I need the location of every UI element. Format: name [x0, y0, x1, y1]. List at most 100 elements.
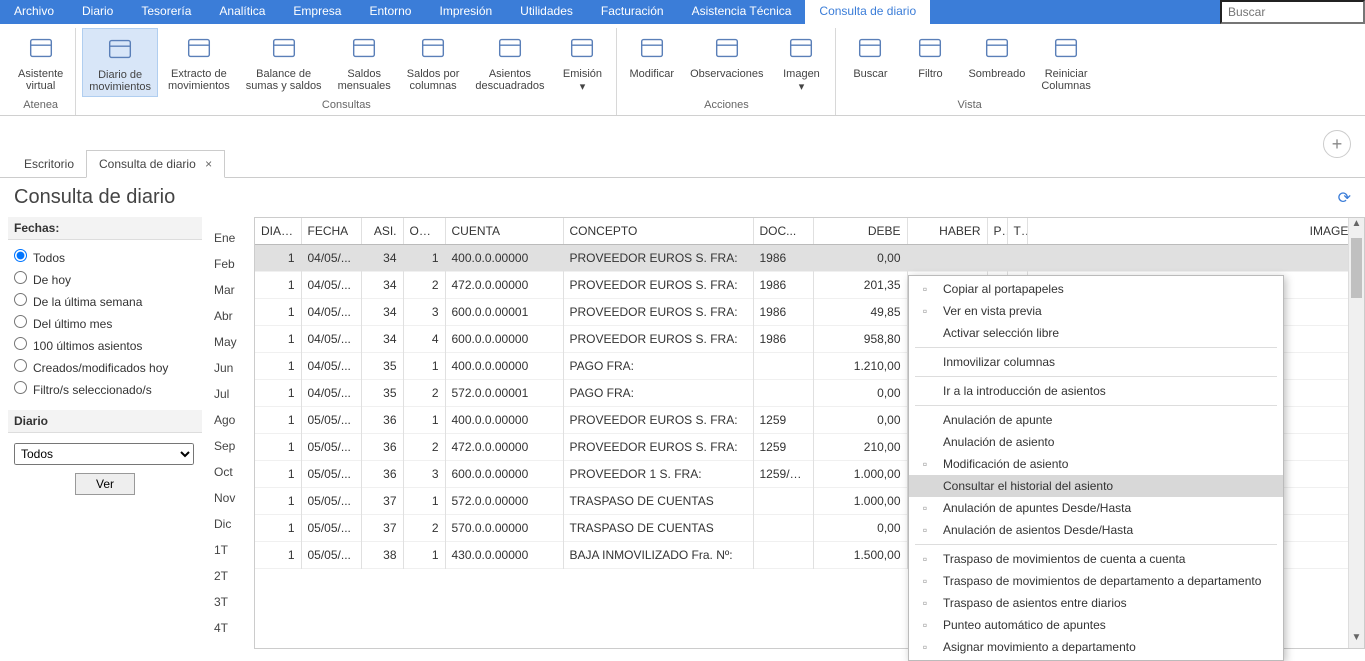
tab-consulta[interactable]: Consulta de diario × [86, 150, 225, 178]
menu-empresa[interactable]: Empresa [279, 0, 355, 24]
ribbon-sombreado-[interactable]: Sombreado [962, 28, 1031, 97]
search-input[interactable] [1220, 0, 1365, 24]
ribbon-extracto-de-movimientos[interactable]: Extracto demovimientos [162, 28, 236, 97]
ribbon-imagen-[interactable]: Imagen▾ [773, 28, 829, 97]
ctx-traspaso-de-asientos-entre-diarios[interactable]: ▫Traspaso de asientos entre diarios [909, 592, 1283, 614]
diario-select[interactable]: Todos [14, 443, 194, 465]
menu-facturación[interactable]: Facturación [587, 0, 678, 24]
ribbon-saldos-por-columnas[interactable]: Saldos porcolumnas [401, 28, 466, 97]
ctx-punteo-autom-tico-de-apuntes[interactable]: ▫Punteo automático de apuntes [909, 614, 1283, 636]
ctx-modificaci-n-de-asiento[interactable]: ▫Modificación de asiento [909, 453, 1283, 475]
col-header[interactable]: FECHA [301, 218, 361, 245]
ctx-anulaci-n-de-apunte[interactable]: Anulación de apunte [909, 409, 1283, 431]
month-jun[interactable]: Jun [210, 355, 254, 381]
month-4t[interactable]: 4T [210, 615, 254, 641]
ribbon-diario-de-movimientos[interactable]: Diario demovimientos [82, 28, 158, 97]
ribbon-observaciones-[interactable]: Observaciones [684, 28, 769, 97]
month-feb[interactable]: Feb [210, 251, 254, 277]
add-button[interactable]: + [1323, 130, 1351, 158]
ctx-copiar-al-portapapeles[interactable]: ▫Copiar al portapapeles [909, 278, 1283, 300]
col-header[interactable]: P [987, 218, 1007, 245]
vertical-scrollbar[interactable]: ▲ ▼ [1348, 218, 1364, 648]
month-ago[interactable]: Ago [210, 407, 254, 433]
ctx-anulaci-n-de-apuntes-desde-hasta[interactable]: ▫Anulación de apuntes Desde/Hasta [909, 497, 1283, 519]
scroll-down-icon[interactable]: ▼ [1349, 632, 1364, 648]
ribbon-filtro-[interactable]: Filtro [902, 28, 958, 97]
radio-input[interactable] [14, 337, 27, 350]
month-may[interactable]: May [210, 329, 254, 355]
fecha-option-6[interactable]: Filtro/s seleccionado/s [8, 378, 202, 400]
menu-asistencia-técnica[interactable]: Asistencia Técnica [678, 0, 806, 24]
ctx-anulaci-n-de-asiento[interactable]: Anulación de asiento [909, 431, 1283, 453]
ctx-asignar-movimiento-a-departamento[interactable]: ▫Asignar movimiento a departamento [909, 636, 1283, 658]
ctx-anulaci-n-de-asientos-desde-hasta[interactable]: ▫Anulación de asientos Desde/Hasta [909, 519, 1283, 541]
col-header[interactable]: HABER [907, 218, 987, 245]
table-row[interactable]: 104/05/...341400.0.0.00000PROVEEDOR EURO… [255, 245, 1364, 272]
radio-input[interactable] [14, 381, 27, 394]
col-header[interactable]: ASI. [361, 218, 403, 245]
radio-input[interactable] [14, 249, 27, 262]
ribbon-asistente-virtual[interactable]: Asistentevirtual [12, 28, 69, 97]
month-ene[interactable]: Ene [210, 225, 254, 251]
ctx-ver-en-vista-previa[interactable]: ▫Ver en vista previa [909, 300, 1283, 322]
month-abr[interactable]: Abr [210, 303, 254, 329]
ctx-inmovilizar-columnas[interactable]: Inmovilizar columnas [909, 351, 1283, 373]
ctx-consultar-el-historial-del-asiento[interactable]: Consultar el historial del asiento [909, 475, 1283, 497]
col-header[interactable]: CUENTA [445, 218, 563, 245]
fecha-option-5[interactable]: Creados/modificados hoy [8, 356, 202, 378]
ver-button[interactable]: Ver [75, 473, 135, 495]
context-menu[interactable]: ▫Copiar al portapapeles▫Ver en vista pre… [908, 275, 1284, 661]
fecha-option-4[interactable]: 100 últimos asientos [8, 334, 202, 356]
menu-analítica[interactable]: Analítica [205, 0, 279, 24]
scroll-up-icon[interactable]: ▲ [1349, 218, 1364, 234]
col-header[interactable]: IMAGEN [1027, 218, 1364, 245]
menu-utilidades[interactable]: Utilidades [506, 0, 587, 24]
month-1t[interactable]: 1T [210, 537, 254, 563]
scroll-thumb[interactable] [1351, 238, 1362, 298]
month-oct[interactable]: Oct [210, 459, 254, 485]
col-header[interactable]: CONCEPTO [563, 218, 753, 245]
fecha-option-2[interactable]: De la última semana [8, 290, 202, 312]
menu-tesorería[interactable]: Tesorería [127, 0, 205, 24]
col-header[interactable]: DEBE [813, 218, 907, 245]
radio-input[interactable] [14, 293, 27, 306]
ribbon-buscar-[interactable]: Buscar [842, 28, 898, 97]
col-header[interactable]: ORD. [403, 218, 445, 245]
month-mar[interactable]: Mar [210, 277, 254, 303]
menu-diario[interactable]: Diario [68, 0, 127, 24]
month-jul[interactable]: Jul [210, 381, 254, 407]
ribbon-reiniciar-columnas[interactable]: ReiniciarColumnas [1035, 28, 1097, 97]
month-sep[interactable]: Sep [210, 433, 254, 459]
close-icon[interactable]: × [205, 157, 212, 171]
fecha-option-0[interactable]: Todos [8, 246, 202, 268]
month-nov[interactable]: Nov [210, 485, 254, 511]
ribbon-modificar-[interactable]: Modificar [623, 28, 680, 97]
col-header[interactable]: DIAR... [255, 218, 301, 245]
tab-escritorio[interactable]: Escritorio [12, 151, 86, 177]
ctx-label: Traspaso de asientos entre diarios [943, 596, 1127, 610]
radio-input[interactable] [14, 359, 27, 372]
refresh-icon[interactable]: ⟳ [1338, 188, 1351, 208]
ribbon-emisi-n-[interactable]: Emisión▾ [554, 28, 610, 97]
col-header[interactable]: T [1007, 218, 1027, 245]
menu-entorno[interactable]: Entorno [355, 0, 425, 24]
fecha-option-3[interactable]: Del último mes [8, 312, 202, 334]
ctx-traspaso-de-movimientos-de-departamento-a-departamento[interactable]: ▫Traspaso de movimientos de departamento… [909, 570, 1283, 592]
menu-impresión[interactable]: Impresión [425, 0, 506, 24]
ribbon-balance-de-sumas-y-saldos[interactable]: Balance desumas y saldos [240, 28, 328, 97]
ctx-traspaso-de-movimientos-de-cuenta-a-cuenta[interactable]: ▫Traspaso de movimientos de cuenta a cue… [909, 548, 1283, 570]
ribbon-asientos-descuadrados[interactable]: Asientosdescuadrados [469, 28, 550, 97]
radio-input[interactable] [14, 271, 27, 284]
cell: 1986 [753, 272, 813, 299]
month-2t[interactable]: 2T [210, 563, 254, 589]
fecha-option-1[interactable]: De hoy [8, 268, 202, 290]
month-3t[interactable]: 3T [210, 589, 254, 615]
menu-archivo[interactable]: Archivo [0, 0, 68, 24]
ctx-activar-selecci-n-libre[interactable]: Activar selección libre [909, 322, 1283, 344]
ribbon-saldos-mensuales[interactable]: Saldosmensuales [332, 28, 397, 97]
menu-consulta-de-diario[interactable]: Consulta de diario [805, 0, 930, 24]
month-dic[interactable]: Dic [210, 511, 254, 537]
col-header[interactable]: DOC... [753, 218, 813, 245]
ctx-ir-a-la-introducci-n-de-asientos[interactable]: Ir a la introducción de asientos [909, 380, 1283, 402]
radio-input[interactable] [14, 315, 27, 328]
